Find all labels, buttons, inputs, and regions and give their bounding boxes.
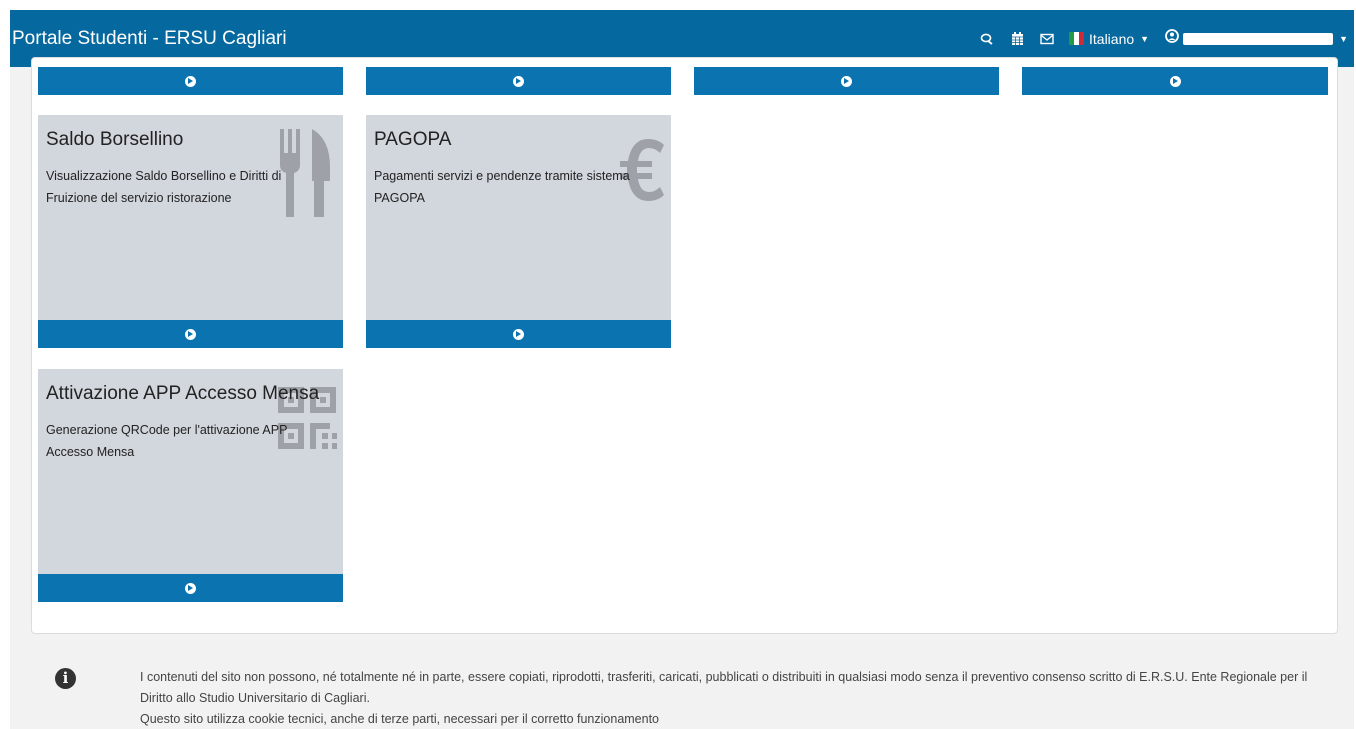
card-description: Pagamenti servizi e pendenze tramite sis… — [374, 169, 630, 205]
card-open-button[interactable] — [694, 67, 999, 95]
user-menu[interactable]: ▼ — [1165, 29, 1348, 48]
chat-icon[interactable] — [977, 29, 997, 49]
service-card-saldo-borsellino[interactable]: Saldo Borsellino Visualizzazione Saldo B… — [38, 115, 343, 320]
arrow-circle-right-icon — [185, 328, 196, 340]
language-selector[interactable]: Italiano ▼ — [1069, 31, 1149, 47]
card-description: Visualizzazione Saldo Borsellino e Dirit… — [46, 169, 282, 205]
user-name-redacted — [1183, 32, 1334, 45]
language-label: Italiano — [1089, 30, 1135, 47]
footer-disclaimer: I contenuti del sito non possono, né tot… — [140, 667, 1335, 729]
arrow-circle-right-icon — [185, 75, 196, 87]
user-circle-icon — [1165, 29, 1179, 48]
arrow-circle-right-icon — [513, 75, 524, 87]
card-open-button[interactable] — [38, 320, 343, 348]
arrow-circle-right-icon — [185, 582, 196, 594]
card-open-button[interactable] — [366, 320, 671, 348]
page: Portale Studenti - ERSU Cagliari Italian… — [10, 10, 1354, 729]
footer-cookie-text: Questo sito utilizza cookie tecnici, anc… — [140, 712, 660, 726]
arrow-circle-right-icon — [1169, 75, 1181, 87]
service-card-pagopa[interactable]: PAGOPA Pagamenti servizi e pendenze tram… — [366, 115, 671, 320]
card-open-button[interactable] — [38, 67, 343, 95]
card-title: Attivazione APP Accesso Mensa — [46, 383, 320, 404]
card-open-button[interactable] — [366, 67, 671, 95]
arrow-circle-right-icon — [841, 75, 852, 87]
service-card-attivazione-app-mensa[interactable]: Attivazione APP Accesso Mensa Generazion… — [38, 369, 343, 574]
info-icon: i — [55, 668, 76, 689]
chevron-down-icon: ▼ — [1339, 33, 1348, 44]
italian-flag-icon — [1069, 32, 1084, 45]
card-open-button[interactable] — [38, 574, 343, 602]
card-title: Saldo Borsellino — [46, 129, 184, 150]
arrow-circle-right-icon — [513, 328, 524, 340]
card-title: PAGOPA — [374, 129, 452, 150]
footer-copyright-text: I contenuti del sito non possono, né tot… — [140, 670, 1308, 705]
card-open-button[interactable] — [1022, 67, 1328, 95]
calendar-icon[interactable] — [1007, 29, 1027, 49]
chevron-down-icon: ▼ — [1140, 33, 1150, 44]
envelope-icon[interactable] — [1037, 29, 1057, 49]
card-description: Generazione QRCode per l'attivazione APP… — [46, 423, 288, 459]
